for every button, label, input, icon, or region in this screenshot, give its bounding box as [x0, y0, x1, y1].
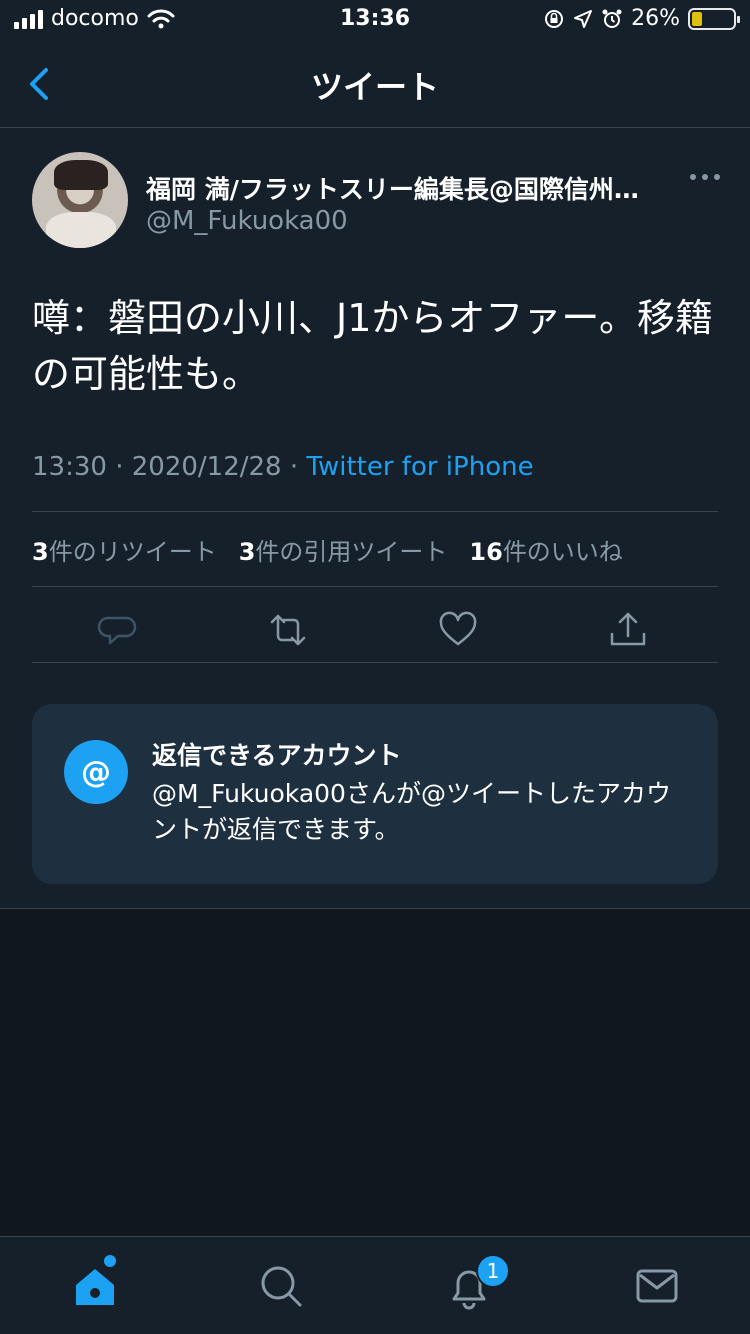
likes-label: 件のいいね — [502, 538, 623, 566]
messages-icon[interactable] — [632, 1261, 682, 1311]
retweets-stat[interactable]: 3件のリツイート — [32, 532, 217, 567]
tab-bar — [0, 1236, 750, 1334]
battery-percent: 26% — [631, 6, 680, 31]
location-icon — [574, 9, 593, 28]
share-icon[interactable] — [606, 608, 650, 652]
home-new-content-dot — [104, 1255, 116, 1267]
notification-badge: 1 — [476, 1254, 510, 1288]
divider — [32, 586, 718, 587]
tweet-date: 2020/12/28 — [131, 452, 282, 482]
likes-stat[interactable]: 16件のいいね — [469, 532, 622, 567]
tweet-actions — [32, 600, 718, 660]
retweets-label: 件のリツイート — [48, 538, 217, 566]
empty-area — [0, 909, 750, 1236]
divider — [32, 662, 718, 663]
status-right: 26% — [543, 6, 740, 31]
alarm-icon — [602, 9, 622, 28]
battery-icon — [688, 7, 740, 30]
author-name[interactable]: 福岡 満/フラットスリー編集長@国際信州… — [146, 170, 666, 206]
search-icon[interactable] — [256, 1261, 306, 1311]
avatar[interactable] — [32, 152, 128, 248]
tweet-text: 噂：磐田の小川、J1からオファー。移籍の可能性も。 — [32, 296, 714, 396]
tweet-stats: 3件のリツイート 3件の引用ツイート 16件のいいね — [32, 532, 623, 567]
page-title: ツイート — [310, 68, 439, 106]
tweet-meta: 13:30 · 2020/12/28 · Twitter for iPhone — [32, 452, 534, 482]
rotation-lock-icon — [545, 9, 564, 28]
meta-separator-2: · — [289, 452, 299, 482]
status-bar: docomo 13:36 26% — [0, 0, 750, 40]
tweet-time: 13:30 — [32, 452, 107, 482]
home-icon[interactable] — [70, 1261, 120, 1311]
like-icon[interactable] — [436, 608, 480, 652]
battery-level-fill — [692, 11, 702, 26]
tweet-author: 福岡 満/フラットスリー編集長@国際信州… @M_Fukuoka00 — [32, 152, 722, 252]
reply-settings-card: @ 返信できるアカウント @M_Fukuoka00さんが@ツイートしたアカウント… — [32, 704, 718, 884]
author-handle[interactable]: @M_Fukuoka00 — [146, 206, 348, 236]
reply-icon[interactable] — [96, 608, 140, 652]
reply-settings-title: 返信できるアカウント — [152, 741, 402, 770]
tweet-source-link[interactable]: Twitter for iPhone — [306, 452, 533, 482]
more-options-icon[interactable] — [690, 174, 720, 180]
reply-settings-description: @M_Fukuoka00さんが@ツイートしたアカウントが返信できます。 — [152, 779, 671, 844]
quotes-label: 件の引用ツイート — [255, 538, 448, 566]
retweets-count: 3 — [32, 538, 49, 566]
divider — [32, 511, 718, 512]
mention-icon: @ — [64, 740, 128, 804]
meta-separator: · — [115, 452, 124, 482]
quotes-stat[interactable]: 3件の引用ツイート — [239, 532, 448, 567]
retweet-icon[interactable] — [266, 608, 310, 652]
likes-count: 16 — [469, 538, 503, 566]
quotes-count: 3 — [238, 538, 256, 566]
nav-bar: ツイート — [0, 40, 750, 128]
